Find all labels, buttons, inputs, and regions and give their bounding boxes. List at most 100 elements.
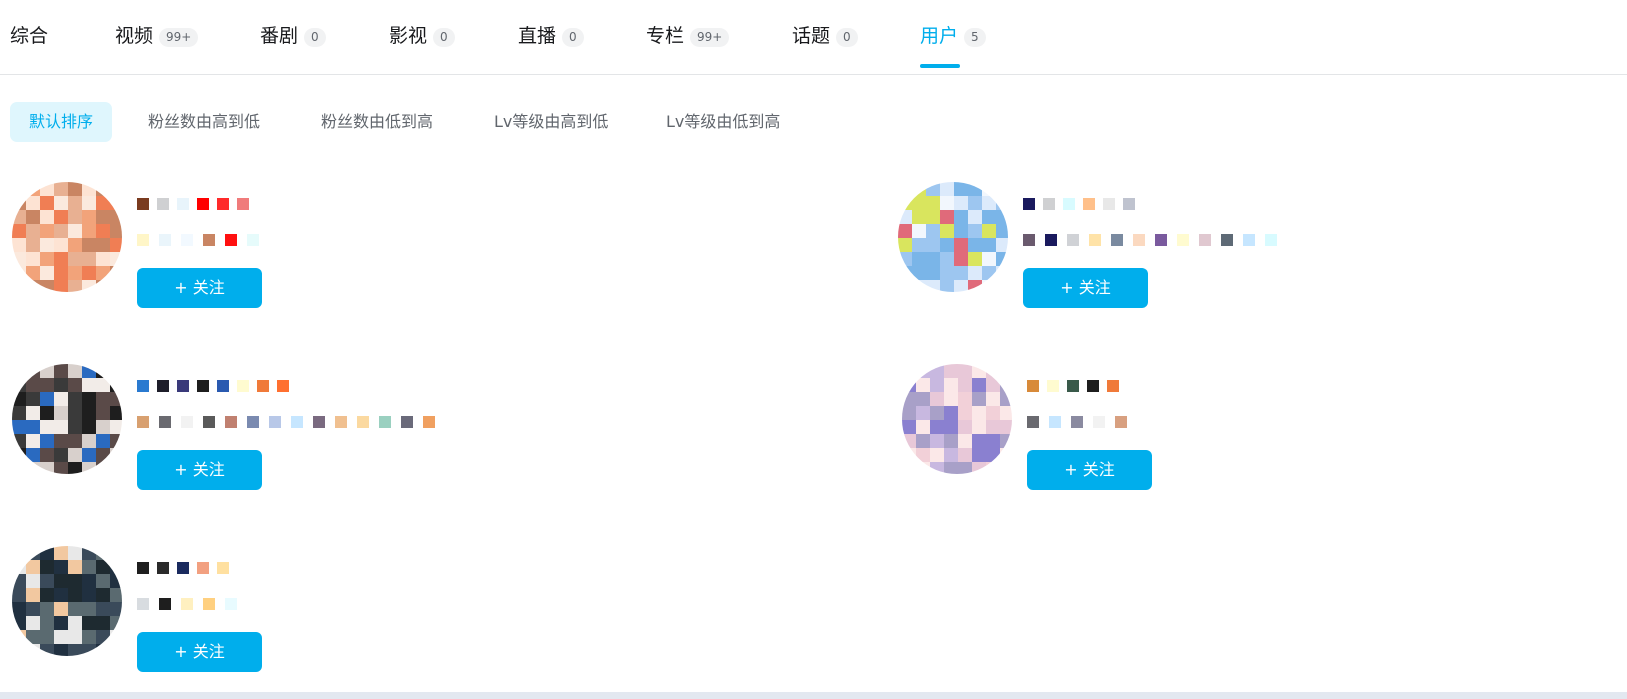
avatar-mosaic-cell <box>54 182 68 196</box>
tab-all[interactable]: 综合 <box>10 24 48 64</box>
tab-video[interactable]: 视频 99+ <box>115 24 199 64</box>
tab-label: 专栏 <box>646 25 685 47</box>
avatar-mosaic-cell <box>12 588 26 602</box>
avatar-mosaic-cell <box>68 420 82 434</box>
user-name-redacted[interactable] <box>1027 380 1119 396</box>
avatar-mosaic-cell <box>82 588 96 602</box>
avatar-mosaic-cell <box>82 434 96 448</box>
avatar-mosaic-cell <box>958 392 972 406</box>
avatar-mosaic-cell <box>40 644 54 656</box>
avatar-mosaic-cell <box>1000 448 1012 462</box>
avatar-mosaic-cell <box>54 616 68 630</box>
avatar-mosaic-cell <box>26 560 40 574</box>
redaction-block <box>137 416 149 428</box>
avatar-mosaic-cell <box>96 266 110 280</box>
avatar-mosaic-cell <box>940 280 954 292</box>
sort-level-asc-button[interactable]: Lv等级由低到高 <box>647 102 799 142</box>
avatar-mosaic-cell <box>54 448 68 462</box>
avatar-mosaic-cell <box>996 266 1008 280</box>
avatar-mosaic-cell <box>110 182 122 196</box>
tab-count-badge: 5 <box>964 28 986 47</box>
avatar-mosaic-cell <box>898 182 912 196</box>
redaction-block <box>357 416 369 428</box>
user-avatar[interactable] <box>902 364 1012 474</box>
avatar-mosaic-cell <box>944 434 958 448</box>
avatar-mosaic-cell <box>902 392 916 406</box>
tab-bangumi[interactable]: 番剧 0 <box>260 24 326 64</box>
avatar-mosaic-cell <box>68 182 82 196</box>
user-name-redacted[interactable] <box>1023 198 1135 214</box>
user-avatar[interactable] <box>12 546 122 656</box>
redaction-block <box>291 416 303 428</box>
avatar-mosaic-cell <box>898 266 912 280</box>
tab-user[interactable]: 用户 5 <box>920 24 986 68</box>
redaction-block <box>159 234 171 246</box>
avatar-mosaic-cell <box>96 616 110 630</box>
follow-button[interactable]: + 关注 <box>1027 450 1152 490</box>
tab-live[interactable]: 直播 0 <box>518 24 584 64</box>
user-name-redacted[interactable] <box>137 198 249 214</box>
avatar-mosaic-cell <box>68 616 82 630</box>
avatar-mosaic-cell <box>912 210 926 224</box>
avatar-mosaic-cell <box>68 588 82 602</box>
follow-button[interactable]: + 关注 <box>137 450 262 490</box>
sort-default-button[interactable]: 默认排序 <box>10 102 113 142</box>
sort-fans-asc-button[interactable]: 粉丝数由低到高 <box>302 102 452 142</box>
avatar-mosaic-cell <box>930 462 944 474</box>
user-avatar[interactable] <box>12 364 122 474</box>
avatar-mosaic-cell <box>940 182 954 196</box>
redaction-block <box>1083 198 1095 210</box>
user-name-redacted[interactable] <box>137 562 229 578</box>
avatar-mosaic-cell <box>12 406 26 420</box>
avatar-mosaic-cell <box>54 266 68 280</box>
redaction-block <box>217 562 229 574</box>
tab-film[interactable]: 影视 0 <box>389 24 455 64</box>
avatar-mosaic-cell <box>972 448 986 462</box>
avatar-mosaic-cell <box>1000 378 1012 392</box>
avatar-mosaic-cell <box>54 196 68 210</box>
redaction-block <box>247 416 259 428</box>
avatar-mosaic-cell <box>26 280 40 292</box>
avatar-mosaic-cell <box>82 602 96 616</box>
avatar-mosaic-cell <box>26 462 40 474</box>
avatar-mosaic-cell <box>96 574 110 588</box>
tab-article[interactable]: 专栏 99+ <box>646 24 730 64</box>
avatar-mosaic-cell <box>930 420 944 434</box>
sort-level-desc-button[interactable]: Lv等级由高到低 <box>475 102 627 142</box>
user-card: + 关注 <box>12 546 772 686</box>
avatar-mosaic-cell <box>110 266 122 280</box>
redaction-block <box>225 598 237 610</box>
avatar-mosaic-cell <box>958 406 972 420</box>
avatar-mosaic-cell <box>12 420 26 434</box>
follow-button[interactable]: + 关注 <box>137 632 262 672</box>
avatar-mosaic-cell <box>26 196 40 210</box>
redaction-block <box>1045 234 1057 246</box>
follow-button[interactable]: + 关注 <box>137 268 262 308</box>
sort-fans-desc-button[interactable]: 粉丝数由高到低 <box>129 102 279 142</box>
avatar-mosaic-cell <box>96 630 110 644</box>
avatar-mosaic-cell <box>982 252 996 266</box>
avatar-mosaic-cell <box>54 588 68 602</box>
avatar-mosaic-cell <box>82 392 96 406</box>
avatar-mosaic-cell <box>54 210 68 224</box>
avatar-mosaic-cell <box>96 560 110 574</box>
avatar-mosaic-cell <box>1000 462 1012 474</box>
avatar-mosaic-cell <box>12 644 26 656</box>
avatar-mosaic-cell <box>912 196 926 210</box>
avatar-mosaic-cell <box>96 364 110 378</box>
tab-topic[interactable]: 话题 0 <box>792 24 858 64</box>
avatar-mosaic-cell <box>930 406 944 420</box>
user-card: + 关注 <box>12 364 772 504</box>
user-avatar[interactable] <box>12 182 122 292</box>
user-name-redacted[interactable] <box>137 380 289 396</box>
avatar-mosaic-cell <box>1000 406 1012 420</box>
avatar-mosaic-cell <box>26 434 40 448</box>
avatar-mosaic-cell <box>996 252 1008 266</box>
follow-button[interactable]: + 关注 <box>1023 268 1148 308</box>
avatar-mosaic-cell <box>110 224 122 238</box>
avatar-mosaic-cell <box>996 210 1008 224</box>
tab-label: 直播 <box>518 25 557 47</box>
avatar-mosaic-cell <box>958 448 972 462</box>
avatar-mosaic-cell <box>82 546 96 560</box>
user-avatar[interactable] <box>898 182 1008 292</box>
